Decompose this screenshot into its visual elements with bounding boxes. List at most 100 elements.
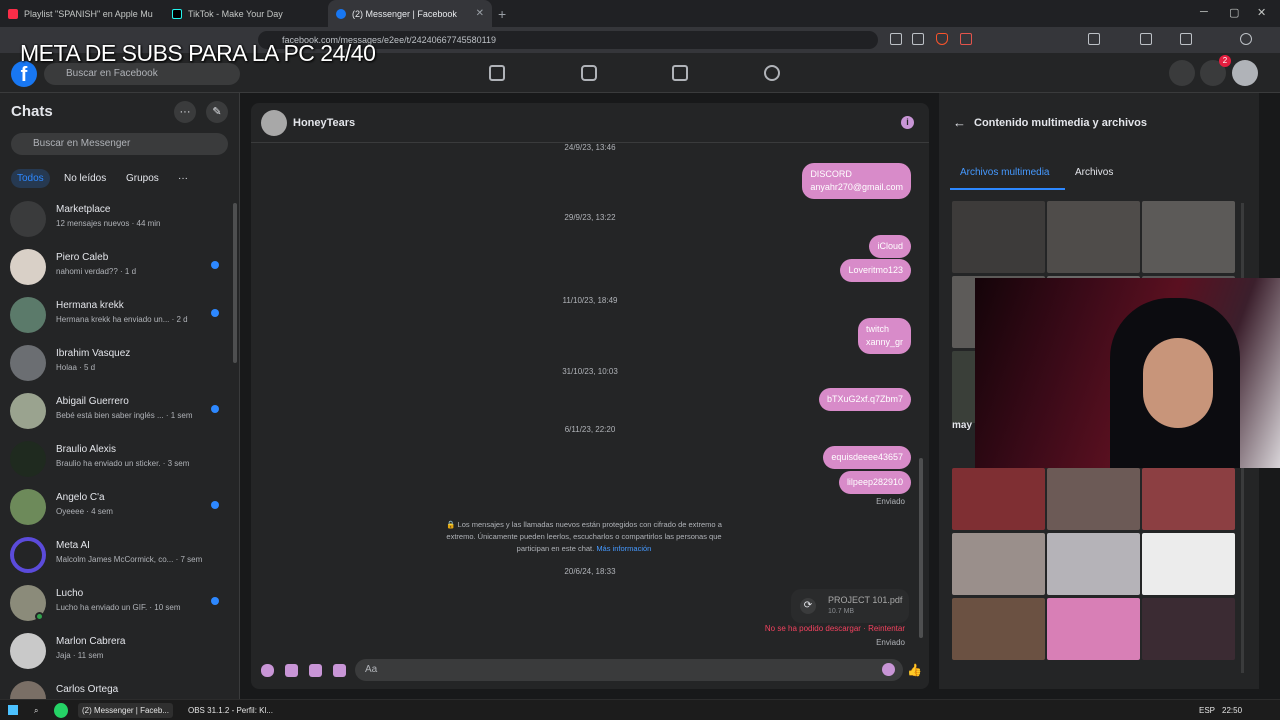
gif-icon[interactable] <box>333 664 346 677</box>
retry-download-icon[interactable]: ⟳ <box>800 598 816 614</box>
minimize-icon[interactable]: ─ <box>1200 6 1208 18</box>
messenger-search-input[interactable]: Buscar en Messenger <box>11 133 228 155</box>
extensions-icon[interactable] <box>1088 33 1100 45</box>
message-bubble[interactable]: DISCORD anyahr270@gmail.com <box>802 163 911 199</box>
share-icon[interactable] <box>912 33 924 45</box>
brave-shield-icon[interactable] <box>936 33 948 45</box>
tab-messenger[interactable]: (2) Messenger | Facebook ✕ <box>328 0 492 27</box>
cast-icon[interactable] <box>890 33 902 45</box>
chat-avatar <box>10 249 46 285</box>
chat-item[interactable]: Lucho Lucho ha enviado un GIF. · 10 sem <box>0 579 232 627</box>
message-line: DISCORD <box>810 169 852 179</box>
contact-name[interactable]: HoneyTears <box>293 117 355 129</box>
tab-files[interactable]: Archivos <box>1075 167 1113 178</box>
marketplace-icon[interactable] <box>672 65 688 81</box>
more-options-button[interactable]: ··· <box>174 101 196 123</box>
taskbar-item-obs[interactable]: OBS 31.1.2 - Perfil: Kl... <box>184 703 277 718</box>
chat-item[interactable]: Carlos Ortega <box>0 675 232 699</box>
emoji-icon[interactable] <box>882 663 895 676</box>
media-thumbnail[interactable] <box>952 598 1045 660</box>
media-thumbnail[interactable] <box>952 533 1045 595</box>
microphone-icon[interactable] <box>261 664 274 677</box>
media-thumbnail[interactable] <box>1142 468 1235 530</box>
chat-item[interactable]: Marketplace 12 mensajes nuevos · 44 min <box>0 195 232 243</box>
conversation-scrollbar[interactable] <box>919 458 923 638</box>
chat-item[interactable]: Meta AI Malcolm James McCormick, co... · … <box>0 531 232 579</box>
close-window-icon[interactable]: ✕ <box>1257 6 1266 19</box>
message-bubble[interactable]: iCloud <box>869 235 911 258</box>
sidebar-scrollbar[interactable] <box>233 203 237 363</box>
brave-rewards-icon[interactable] <box>960 33 972 45</box>
video-icon[interactable] <box>581 65 597 81</box>
photo-icon[interactable] <box>285 664 298 677</box>
whatsapp-icon[interactable] <box>54 703 68 718</box>
chat-item[interactable]: Angelo C'a Oyeeee · 4 sem <box>0 483 232 531</box>
taskbar-item-browser[interactable]: (2) Messenger | Faceb... <box>78 703 173 718</box>
media-thumbnail[interactable] <box>1047 468 1140 530</box>
filter-all[interactable]: Todos <box>11 169 50 188</box>
chat-item[interactable]: Ibrahim Vasquez Holaa · 5 d <box>0 339 232 387</box>
filter-unread[interactable]: No leídos <box>58 169 112 188</box>
message-bubble[interactable]: bTXuG2xf.q7Zbm7 <box>818 388 911 411</box>
profile-avatar[interactable] <box>1232 60 1258 86</box>
chat-item[interactable]: Braulio Alexis Braulio ha enviado un stic… <box>0 435 232 483</box>
download-error[interactable]: No se ha podido descargar · Reintentar <box>765 624 905 633</box>
media-thumbnail[interactable] <box>1142 533 1235 595</box>
message-bubble[interactable]: Loveritmo123 <box>840 259 911 282</box>
groups-icon[interactable] <box>764 65 780 81</box>
chat-item[interactable]: Marlon Cabrera Jaja · 11 sem <box>0 627 232 675</box>
windows-start-icon[interactable] <box>8 705 18 715</box>
more-info-link[interactable]: Más información <box>596 544 651 553</box>
chat-name: Carlos Ortega <box>56 684 119 695</box>
close-tab-icon[interactable]: ✕ <box>476 8 484 19</box>
chat-name: Piero Caleb <box>56 252 109 263</box>
new-message-button[interactable]: ✎ <box>206 101 228 123</box>
back-arrow-icon[interactable]: ← <box>953 115 966 130</box>
conversation-header: HoneyTears i <box>251 103 929 143</box>
timestamp: 31/10/23, 10:03 <box>562 367 618 376</box>
media-thumbnail[interactable] <box>1047 598 1140 660</box>
filter-more[interactable]: ··· <box>172 169 194 188</box>
downloads-icon[interactable] <box>1140 33 1152 45</box>
filter-groups[interactable]: Grupos <box>120 169 165 188</box>
search-icon[interactable]: ⌕ <box>30 703 42 718</box>
maximize-icon[interactable]: ▢ <box>1229 6 1239 19</box>
sent-status: Enviado <box>876 497 905 506</box>
sidebar-icon[interactable] <box>1180 33 1192 45</box>
message-input[interactable]: Aa <box>355 659 903 681</box>
chat-avatar <box>10 297 46 333</box>
chat-preview: Braulio ha enviado un sticker. · 3 sem <box>56 459 190 468</box>
thumbs-up-icon[interactable]: 👍 <box>907 663 922 677</box>
media-thumbnail[interactable] <box>1142 598 1235 660</box>
sticker-icon[interactable] <box>309 664 322 677</box>
chat-item[interactable]: Hermana krekk Hermana krekk ha enviado un… <box>0 291 232 339</box>
tab-tiktok[interactable]: TikTok - Make Your Day <box>164 0 328 27</box>
message-bubble[interactable]: equisdeeee43657 <box>823 446 911 469</box>
keyboard-language[interactable]: ESP <box>1199 706 1215 715</box>
media-thumbnail[interactable] <box>1047 533 1140 595</box>
media-thumbnail[interactable] <box>952 201 1045 273</box>
menu-icon[interactable] <box>1240 33 1252 45</box>
media-thumbnail[interactable] <box>1047 201 1140 273</box>
tab-media[interactable]: Archivos multimedia <box>960 167 1049 178</box>
tab-label: (2) Messenger | Facebook <box>352 8 457 19</box>
timestamp: 29/9/23, 13:22 <box>564 213 616 222</box>
clock[interactable]: 22:50 <box>1222 706 1242 715</box>
message-bubble[interactable]: twitch xanny_gr <box>857 318 911 354</box>
file-attachment[interactable]: ⟳ PROJECT 101.pdf 10.7 MB <box>791 589 909 623</box>
info-icon[interactable]: i <box>901 116 914 129</box>
message-bubble[interactable]: lilpeep282910 <box>838 471 911 494</box>
new-tab-button[interactable]: + <box>492 6 512 22</box>
chat-item[interactable]: Piero Caleb nahomi verdad?? · 1 d <box>0 243 232 291</box>
media-thumbnail[interactable] <box>952 468 1045 530</box>
contact-avatar[interactable] <box>261 110 287 136</box>
home-icon[interactable] <box>489 65 505 81</box>
apps-menu-icon[interactable] <box>1169 60 1195 86</box>
media-thumbnail[interactable] <box>1142 201 1235 273</box>
notification-badge: 2 <box>1219 55 1231 67</box>
chats-sidebar: Chats ··· ✎ Buscar en Messenger Todos No… <box>0 93 240 699</box>
tab-apple-music[interactable]: Playlist "SPANISH" en Apple Mu <box>0 0 164 27</box>
chat-item[interactable]: Abigail Guerrero Bebé está bien saber ing… <box>0 387 232 435</box>
chat-avatar <box>10 681 46 699</box>
unread-dot <box>211 597 219 605</box>
